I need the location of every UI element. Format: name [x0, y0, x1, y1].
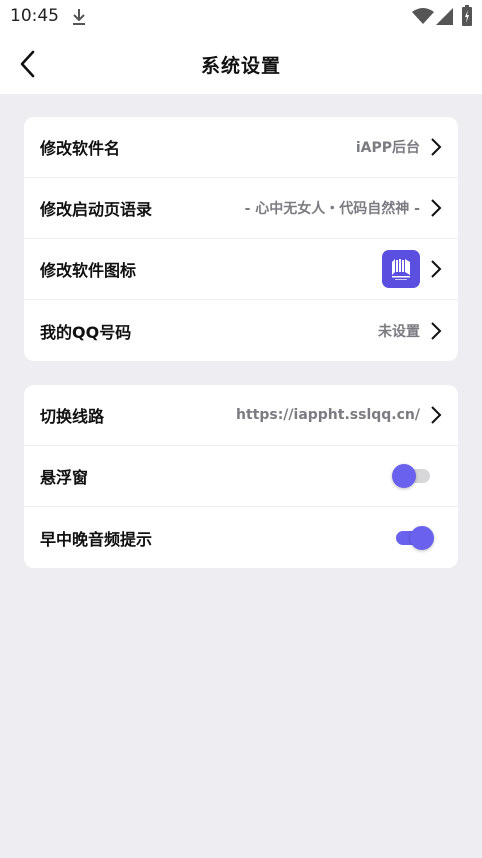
battery-icon	[462, 5, 472, 26]
row-label: 我的QQ号码	[40, 322, 132, 342]
row-qq-number[interactable]: 我的QQ号码 未设置	[24, 300, 458, 361]
row-label: 早中晚音频提示	[40, 529, 153, 549]
row-label: 修改启动页语录	[40, 200, 153, 219]
chevron-right-icon	[431, 138, 442, 156]
page-title: 系统设置	[200, 55, 281, 77]
chevron-right-icon	[431, 406, 442, 424]
wifi-icon	[412, 8, 434, 24]
book-logo-icon	[392, 259, 410, 280]
toggle-thumb	[410, 525, 434, 550]
audio-reminder-toggle[interactable]	[392, 525, 434, 550]
chevron-right-icon	[431, 199, 442, 217]
app-icon-preview	[382, 250, 420, 288]
download-icon	[73, 9, 85, 25]
row-value: - 心中无女人・代码自然神 -	[244, 201, 420, 217]
row-label: 悬浮窗	[40, 468, 89, 487]
row-value: https://iappht.sslqq.cn/	[235, 407, 420, 423]
toggle-thumb	[392, 464, 416, 488]
row-label: 修改软件图标	[40, 261, 137, 280]
row-rename-app[interactable]: 修改软件名 iAPP后台	[24, 117, 458, 178]
signal-icon	[436, 8, 453, 25]
floating-window-toggle[interactable]	[392, 464, 432, 488]
chevron-right-icon	[431, 260, 442, 278]
row-switch-route[interactable]: 切换线路 https://iappht.sslqq.cn/	[24, 385, 458, 446]
row-app-icon[interactable]: 修改软件图标	[24, 239, 458, 300]
row-value: iAPP后台	[355, 140, 420, 156]
row-audio-reminder: 早中晚音频提示	[24, 507, 458, 568]
status-time: 10:45	[10, 6, 59, 26]
chevron-right-icon	[431, 321, 442, 340]
settings-card-general: 修改软件名 iAPP后台 修改启动页语录 - 心中无女人・代码自然神 - 修改软…	[24, 117, 458, 361]
row-label: 修改软件名	[40, 139, 121, 158]
app-header: 系统设置	[0, 34, 482, 94]
row-floating-window: 悬浮窗	[24, 446, 458, 507]
row-splash-quote[interactable]: 修改启动页语录 - 心中无女人・代码自然神 -	[24, 178, 458, 239]
settings-card-features: 切换线路 https://iappht.sslqq.cn/ 悬浮窗 早中晚音频提…	[24, 385, 458, 568]
row-value: 未设置	[378, 323, 420, 340]
row-label: 切换线路	[40, 407, 105, 426]
status-bar: 10:45	[0, 0, 482, 34]
